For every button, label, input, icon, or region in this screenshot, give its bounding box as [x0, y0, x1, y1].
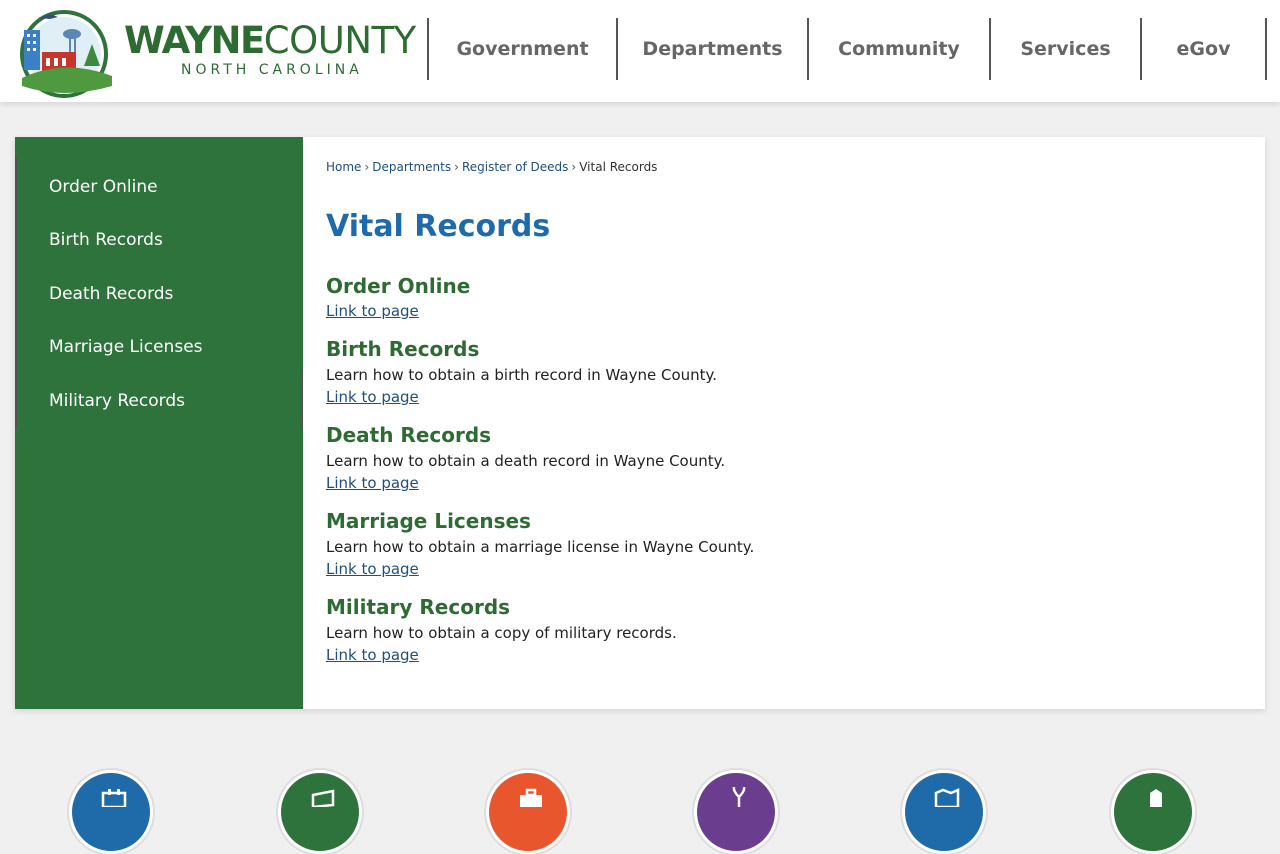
nav-services[interactable]: Services [989, 18, 1140, 80]
sidebar-item-order-online[interactable]: Order Online [49, 172, 158, 202]
entry-military-records: Military Records Learn how to obtain a c… [326, 594, 1126, 665]
wordmark-state: NORTH CAROLINA [181, 62, 363, 78]
breadcrumb-home[interactable]: Home [326, 160, 361, 174]
entry-link[interactable]: Link to page [326, 645, 419, 665]
breadcrumb-separator: › [364, 160, 370, 174]
page-title: Vital Records [326, 209, 551, 244]
map-icon[interactable] [902, 770, 986, 854]
entry-link[interactable]: Link to page [326, 559, 419, 579]
site-header: WAYNECOUNTY NORTH CAROLINA Government De… [0, 0, 1280, 102]
sidebar-item-military-records[interactable]: Military Records [49, 386, 185, 416]
breadcrumb-separator: › [571, 160, 577, 174]
breadcrumb: Home › Departments › Register of Deeds › Vital… [326, 160, 657, 174]
wordmark-name-bold: WAYNE [124, 19, 265, 62]
sidebar-item-birth-records[interactable]: Birth Records [49, 225, 163, 255]
payment-icon[interactable] [278, 770, 362, 854]
badge-icon[interactable] [1111, 770, 1195, 854]
entry-link[interactable]: Link to page [326, 473, 419, 493]
entry-description: Learn how to obtain a marriage license i… [326, 538, 755, 556]
entry-order-online: Order Online Link to page [326, 273, 1126, 321]
main-nav: Government Departments Community Service… [427, 18, 1267, 80]
sidebar: Order Online Birth Records Death Records… [15, 137, 303, 709]
breadcrumb-departments[interactable]: Departments [372, 160, 451, 174]
breadcrumb-separator: › [454, 160, 459, 174]
entry-description: Learn how to obtain a birth record in Wa… [326, 366, 718, 384]
sidebar-item-death-records[interactable]: Death Records [49, 279, 173, 309]
nav-egov[interactable]: eGov [1140, 18, 1267, 80]
nav-departments[interactable]: Departments [616, 18, 807, 80]
entry-title[interactable]: Order Online [326, 273, 1126, 299]
county-wordmark[interactable]: WAYNECOUNTY NORTH CAROLINA [124, 20, 424, 82]
nav-government[interactable]: Government [427, 18, 616, 80]
calendar-icon[interactable] [69, 770, 153, 854]
breadcrumb-current: Vital Records [579, 160, 658, 174]
sidebar-right-rule [301, 369, 303, 429]
wordmark-name: WAYNECOUNTY [124, 20, 424, 62]
quick-links [0, 770, 1280, 854]
breadcrumb-register-of-deeds[interactable]: Register of Deeds [462, 160, 568, 174]
entry-title[interactable]: Marriage Licenses [326, 508, 1126, 534]
entry-title[interactable]: Death Records [326, 422, 1126, 448]
sidebar-item-marriage-licenses[interactable]: Marriage Licenses [49, 332, 203, 362]
entry-title[interactable]: Birth Records [326, 336, 1126, 362]
entry-description: Learn how to obtain a death record in Wa… [326, 452, 726, 470]
sidebar-left-rule [15, 157, 17, 429]
entry-marriage-licenses: Marriage Licenses Learn how to obtain a … [326, 508, 1126, 579]
entry-link[interactable]: Link to page [326, 387, 419, 407]
county-logo-emblem[interactable] [14, 8, 116, 98]
entry-description: Learn how to obtain a copy of military r… [326, 624, 677, 642]
briefcase-icon[interactable] [486, 770, 570, 854]
entry-death-records: Death Records Learn how to obtain a deat… [326, 422, 1126, 493]
entry-birth-records: Birth Records Learn how to obtain a birt… [326, 336, 1126, 407]
nav-community[interactable]: Community [807, 18, 989, 80]
entry-title[interactable]: Military Records [326, 594, 1126, 620]
main-content: Home › Departments › Register of Deeds › Vital… [326, 137, 1265, 709]
entry-link[interactable]: Link to page [326, 301, 419, 321]
plant-icon[interactable] [694, 770, 778, 854]
wordmark-name-light: COUNTY [263, 19, 416, 62]
content-card: Order Online Birth Records Death Records… [15, 137, 1265, 709]
